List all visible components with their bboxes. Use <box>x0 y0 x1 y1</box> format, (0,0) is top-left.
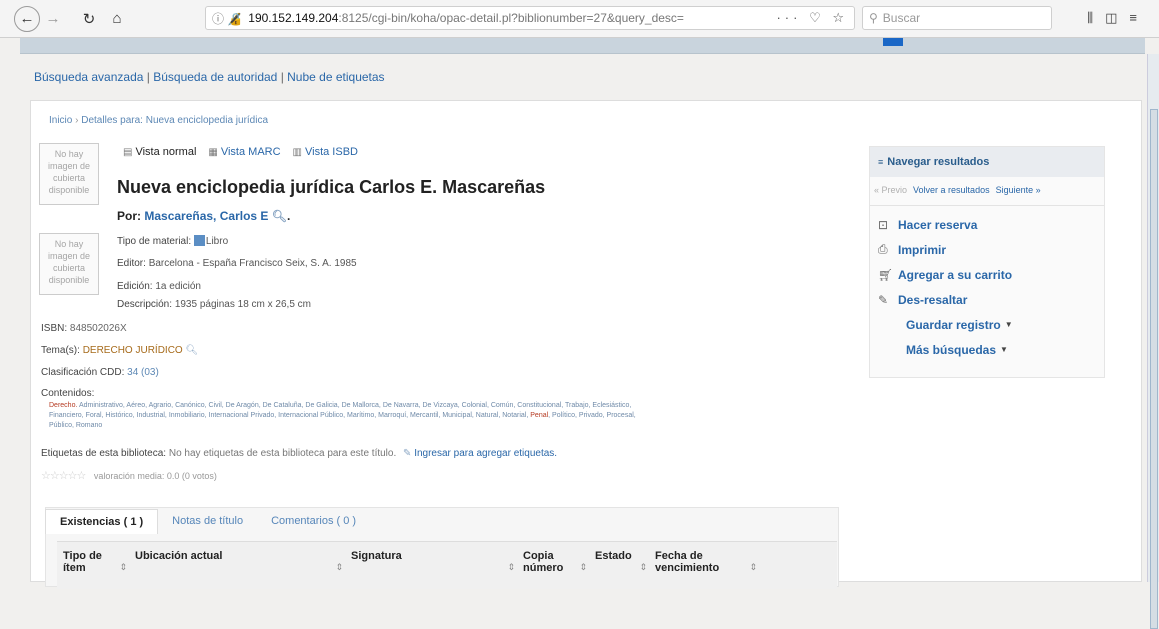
more-searches-dropdown[interactable]: Más búsquedas ▼ <box>870 337 1104 362</box>
sort-icon: ⇕ <box>335 562 343 572</box>
search-subject-icon[interactable]: 🔍︎ <box>185 345 198 356</box>
tags-line: Etiquetas de esta biblioteca: No hay eti… <box>41 448 558 459</box>
results-nav: « Previo Volver a resultados Siguiente » <box>870 177 1104 206</box>
sort-icon: ⇕ <box>507 562 515 572</box>
hold-icon: ⊡ <box>878 217 889 232</box>
document-icon: ▤ <box>123 146 133 158</box>
subjects: Tema(s): DERECHO JURÍDICO 🔍︎ <box>41 345 199 356</box>
book-icon <box>193 235 205 246</box>
browse-results-header[interactable]: ≡ Navegar resultados <box>870 147 1104 177</box>
cover-placeholder-secondary: No hay imagen de cubierta disponible <box>39 233 99 295</box>
material-type: Tipo de material: Libro <box>117 235 229 247</box>
record-title: Nueva enciclopedia jurídica Carlos E. Ma… <box>117 177 546 197</box>
isbn: ISBN: 848502026X <box>41 323 127 334</box>
browser-toolbar: ← → ↻ ⌂ ⓘ 🔏 190.152.149.204:8125/cgi-bin… <box>0 0 1159 38</box>
tag-icon: ✎ <box>403 448 412 459</box>
main-content: Inicio › Detalles para: Nueva encicloped… <box>30 100 1142 589</box>
caret-down-icon: ▼ <box>1000 345 1008 354</box>
description: Descripción: 1935 páginas 18 cm x 26,5 c… <box>117 299 312 310</box>
author-line: Por: Mascareñas, Carlos E 🔍︎. <box>117 209 291 223</box>
list-icon: ≡ <box>878 157 884 167</box>
back-to-results-link[interactable]: Volver a resultados <box>913 185 990 195</box>
edition: Edición: 1a edición <box>117 281 201 292</box>
publisher: Editor: Barcelona - España Francisco Sei… <box>117 258 357 269</box>
page-scrollbar[interactable] <box>1147 54 1159 629</box>
scrollbar-thumb[interactable] <box>1150 109 1158 629</box>
breadcrumb-home[interactable]: Inicio <box>49 115 72 126</box>
tab-comentarios[interactable]: Comentarios ( 0 ) <box>257 509 370 534</box>
sort-icon: ⇕ <box>579 562 587 572</box>
tab-isbd-view[interactable]: ▥ Vista ISBD <box>293 146 358 158</box>
sidebar-icon[interactable]: ◫ <box>1105 10 1129 25</box>
toolbar-icons[interactable]: ⫼◫≡ <box>1087 10 1149 26</box>
tab-normal-view[interactable]: ▤ Vista normal <box>123 146 196 158</box>
list-icon: ▦ <box>208 146 218 158</box>
holdings-tabs: Existencias ( 1 ) Notas de título Coment… <box>45 509 370 534</box>
login-tags-link[interactable]: Ingresar para agregar etiquetas. <box>414 448 557 459</box>
tag-cloud-link[interactable]: Nube de etiquetas <box>287 70 384 84</box>
star-rating[interactable]: ☆☆☆☆☆ <box>41 470 86 482</box>
breadcrumb-current[interactable]: Detalles para: Nueva enciclopedia jurídi… <box>81 115 268 126</box>
print-button[interactable]: ⎙ Imprimir <box>870 237 1104 262</box>
menu-icon[interactable]: ≡ <box>1129 10 1149 25</box>
top-links: Búsqueda avanzada | Búsqueda de autorida… <box>34 70 385 84</box>
previous-link[interactable]: « Previo <box>874 185 907 195</box>
page-header-strip <box>20 38 1145 54</box>
author-link[interactable]: Mascareñas, Carlos E <box>144 209 268 223</box>
url-bar[interactable]: ⓘ 🔏 190.152.149.204:8125/cgi-bin/koha/op… <box>205 6 855 30</box>
subject-link[interactable]: DERECHO JURÍDICO <box>83 345 183 356</box>
header-accent <box>883 38 903 46</box>
print-icon: ⎙ <box>878 242 888 256</box>
rating-line: ☆☆☆☆☆ valoración media: 0.0 (0 votos) <box>41 470 217 482</box>
classification: Clasificación CDD: 34 (03) <box>41 367 159 378</box>
caret-down-icon: ▼ <box>1004 320 1013 329</box>
add-to-cart-button[interactable]: 🛒︎ Agregar a su carrito <box>870 262 1104 287</box>
place-hold-button[interactable]: ⊡ Hacer reserva <box>870 212 1104 237</box>
site-info-icon[interactable]: ⓘ 🔏 <box>212 10 242 27</box>
view-tabs: ▤ Vista normal ▦ Vista MARC ▥ Vista ISBD <box>123 146 358 158</box>
book-icon: ▥ <box>292 146 302 158</box>
contents-label: Contenidos: <box>41 388 95 399</box>
highlighter-icon: ✎ <box>878 292 889 307</box>
reload-button[interactable]: ↻ <box>78 8 100 30</box>
page-actions-icons[interactable]: ··· ♡ ☆ <box>776 10 848 26</box>
library-icon[interactable]: ⫼ <box>1087 10 1105 25</box>
cart-icon: 🛒︎ <box>878 267 894 282</box>
search-icon: ⚲ <box>869 11 878 25</box>
save-record-dropdown[interactable]: Guardar registro ▼ <box>870 312 1104 337</box>
url-text: 190.152.149.204:8125/cgi-bin/koha/opac-d… <box>248 11 684 25</box>
unhighlight-button[interactable]: ✎ Des-resaltar <box>870 287 1104 312</box>
contents-text: Derecho. Administrativo, Aéreo, Agrario,… <box>49 402 636 429</box>
authority-search-link[interactable]: Búsqueda de autoridad <box>153 70 277 84</box>
action-sidebar: ≡ Navegar resultados « Previo Volver a re… <box>869 146 1105 378</box>
cover-placeholder: No hay imagen de cubierta disponible <box>39 143 99 205</box>
advanced-search-link[interactable]: Búsqueda avanzada <box>34 70 143 84</box>
home-button[interactable]: ⌂ <box>106 8 128 30</box>
home-icon: ⌂ <box>112 10 122 27</box>
breadcrumb: Inicio › Detalles para: Nueva encicloped… <box>49 115 269 126</box>
reload-icon: ↻ <box>82 10 96 28</box>
sort-icon: ⇕ <box>119 562 127 572</box>
tab-marc-view[interactable]: ▦ Vista MARC <box>208 146 280 158</box>
forward-button[interactable]: → <box>42 8 64 30</box>
sort-icon: ⇕ <box>749 562 757 572</box>
back-button[interactable]: ← <box>14 5 40 32</box>
tab-notas[interactable]: Notas de título <box>158 509 257 534</box>
tab-existencias[interactable]: Existencias ( 1 ) <box>45 509 159 534</box>
arrow-left-icon: ← <box>19 10 35 27</box>
browser-search-input[interactable]: ⚲ Buscar <box>862 6 1052 30</box>
search-author-icon[interactable]: 🔍︎ <box>272 209 287 223</box>
arrow-right-icon: → <box>45 10 61 27</box>
next-link[interactable]: Siguiente » <box>996 185 1041 195</box>
sort-icon: ⇕ <box>639 562 647 572</box>
